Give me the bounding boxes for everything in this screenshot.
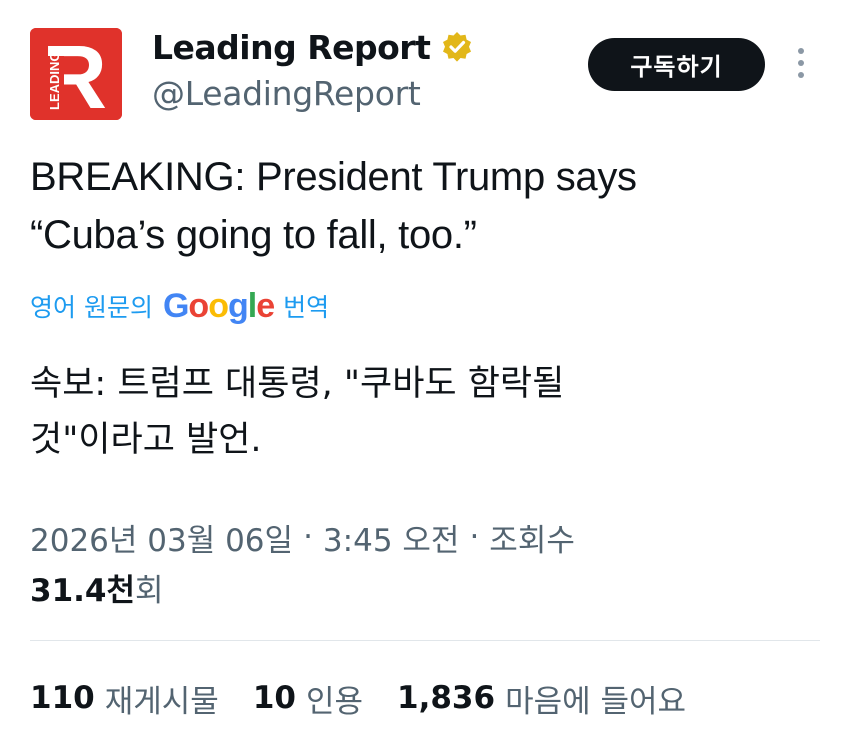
display-name[interactable]: Leading Report — [152, 28, 431, 67]
author-header: Leading Report @LeadingReport — [152, 24, 474, 113]
tweet-text-line: “Cuba’s going to fall, too.” — [30, 213, 477, 257]
views-suffix: 회 — [135, 572, 164, 609]
tweet-text: BREAKING: President Trump says “Cuba’s g… — [30, 148, 810, 264]
author-handle[interactable]: @LeadingReport — [152, 74, 474, 113]
likes-count: 1,836 — [397, 680, 496, 716]
meta-separator: · — [303, 519, 313, 555]
verified-badge-icon[interactable] — [440, 30, 474, 64]
translate-suffix: 번역 — [283, 293, 330, 322]
translated-text-line: 속보: 트럼프 대통령, "쿠바도 함락될 — [30, 364, 565, 404]
translated-text-line: 것"이라고 발언. — [30, 420, 262, 460]
tweet-text-line: BREAKING: President Trump says — [30, 155, 637, 199]
quotes-stat[interactable]: 10 인용 — [253, 676, 363, 721]
translate-link[interactable]: 영어 원문의 Google 번역 — [30, 282, 329, 330]
quotes-count: 10 — [252, 680, 296, 716]
translate-prefix: 영어 원문의 — [30, 293, 153, 322]
likes-stat[interactable]: 1,836 마음에 들어요 — [397, 676, 686, 721]
views-count: 31.4천 — [30, 572, 136, 609]
engagement-stats: 110 재게시물 10 인용 1,836 마음에 들어요 — [30, 672, 720, 724]
views-label: 조회수 — [489, 522, 575, 559]
reposts-count: 110 — [30, 680, 95, 716]
tweet-time[interactable]: 3:45 오전 — [323, 515, 460, 560]
meta-separator: · — [469, 519, 480, 555]
more-vertical-icon[interactable] — [795, 48, 807, 82]
subscribe-button[interactable]: 구독하기 — [588, 38, 765, 91]
quotes-label: 인용 — [305, 683, 363, 720]
reposts-stat[interactable]: 110 재게시물 — [30, 676, 219, 721]
divider — [30, 640, 820, 641]
reposts-label: 재게시물 — [104, 683, 219, 720]
views-row[interactable]: 31.4천 회 — [30, 562, 164, 612]
translated-text: 속보: 트럼프 대통령, "쿠바도 함락될 것"이라고 발언. — [30, 356, 810, 468]
tweet-meta: 2026년 03월 06일 · 3:45 오전 · 조회수 — [30, 512, 575, 562]
google-logo: Google — [162, 286, 275, 325]
tweet-date[interactable]: 2026년 03월 06일 — [30, 515, 293, 560]
avatar-side-text: LEADING — [47, 52, 62, 111]
likes-label: 마음에 들어요 — [505, 683, 687, 720]
avatar[interactable]: R LEADING — [30, 28, 122, 120]
